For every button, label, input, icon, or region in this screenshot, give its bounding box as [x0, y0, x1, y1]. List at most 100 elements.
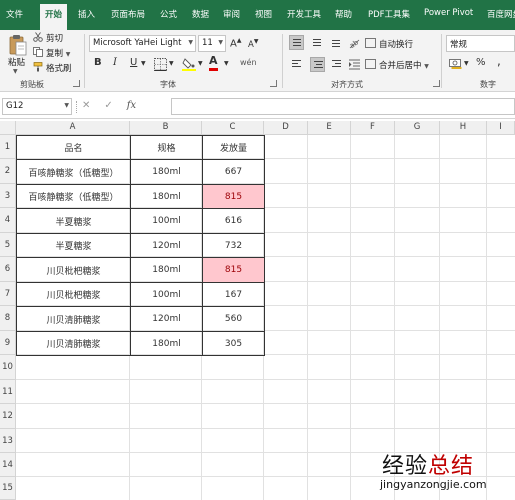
- tab-help[interactable]: 帮助: [335, 8, 352, 20]
- chevron-down-icon[interactable]: ▼: [224, 60, 229, 75]
- qty-cell[interactable]: 815: [202, 257, 265, 283]
- header-cell-name[interactable]: 品名: [16, 135, 131, 160]
- row-header-1[interactable]: 1: [0, 135, 16, 159]
- row-header-11[interactable]: 11: [0, 380, 16, 404]
- column-header-c[interactable]: C: [202, 121, 264, 135]
- chevron-down-icon[interactable]: ▼: [198, 60, 203, 75]
- tab-file[interactable]: 文件: [6, 8, 23, 20]
- qty-cell[interactable]: 616: [202, 208, 265, 234]
- align-left-button[interactable]: [289, 57, 304, 72]
- enter-icon[interactable]: ✓: [104, 100, 112, 111]
- chevron-down-icon[interactable]: ▼: [169, 60, 174, 75]
- align-top-button[interactable]: [289, 35, 304, 50]
- font-dialog-launcher[interactable]: [270, 80, 277, 87]
- copy-button[interactable]: 复制 ▼: [33, 47, 70, 59]
- spec-cell[interactable]: 120ml: [130, 306, 203, 332]
- merge-center-button[interactable]: 合并后居中 ▼: [365, 59, 429, 71]
- row-header-10[interactable]: 10: [0, 355, 16, 380]
- spec-cell[interactable]: 180ml: [130, 184, 203, 209]
- qty-cell[interactable]: 305: [202, 331, 265, 356]
- align-bottom-button[interactable]: [329, 35, 344, 50]
- row-header-3[interactable]: 3: [0, 184, 16, 208]
- name-box[interactable]: G12 ▼: [2, 98, 72, 115]
- name-cell[interactable]: 百咳静糖浆（低糖型）: [16, 184, 131, 209]
- qty-cell[interactable]: 815: [202, 184, 265, 209]
- column-header-i[interactable]: I: [487, 121, 515, 135]
- chevron-down-icon[interactable]: ▼: [464, 60, 469, 75]
- name-cell[interactable]: 川贝清肺糖浆: [16, 331, 131, 356]
- fill-color-icon[interactable]: [182, 57, 196, 71]
- column-header-f[interactable]: F: [351, 121, 395, 135]
- header-cell-spec[interactable]: 规格: [130, 135, 203, 160]
- tab-pdf-tools[interactable]: PDF工具集: [368, 8, 410, 20]
- spec-cell[interactable]: 100ml: [130, 208, 203, 234]
- formula-input[interactable]: [171, 98, 515, 115]
- cancel-icon[interactable]: ✕: [82, 100, 90, 111]
- tab-review[interactable]: 审阅: [223, 8, 240, 20]
- underline-button[interactable]: U: [130, 57, 137, 72]
- select-all-button[interactable]: [0, 121, 16, 135]
- row-header-7[interactable]: 7: [0, 282, 16, 306]
- name-cell[interactable]: 半夏糖浆: [16, 208, 131, 234]
- insert-function-icon[interactable]: fx: [127, 100, 136, 111]
- spec-cell[interactable]: 180ml: [130, 159, 203, 185]
- qty-cell[interactable]: 560: [202, 306, 265, 332]
- tab-formulas[interactable]: 公式: [160, 8, 177, 20]
- alignment-dialog-launcher[interactable]: [433, 80, 440, 87]
- increase-font-size-button[interactable]: A▲: [230, 37, 241, 52]
- tab-home[interactable]: 开始: [40, 4, 68, 30]
- format-painter-button[interactable]: 格式刷: [33, 62, 72, 74]
- tab-developer[interactable]: 开发工具: [287, 8, 321, 20]
- percent-style-button[interactable]: %: [476, 57, 486, 72]
- row-header-5[interactable]: 5: [0, 233, 16, 257]
- row-header-13[interactable]: 13: [0, 429, 16, 453]
- phonetic-icon[interactable]: wén: [240, 58, 257, 73]
- name-cell[interactable]: 川贝枇杷糖浆: [16, 282, 131, 307]
- column-header-d[interactable]: D: [264, 121, 308, 135]
- font-size-dropdown[interactable]: 11 ▼: [198, 35, 226, 52]
- tab-page-layout[interactable]: 页面布局: [111, 8, 145, 20]
- name-cell[interactable]: 百咳静糖浆（低糖型）: [16, 159, 131, 185]
- row-header-9[interactable]: 9: [0, 331, 16, 355]
- row-header-14[interactable]: 14: [0, 453, 16, 477]
- column-header-e[interactable]: E: [308, 121, 351, 135]
- row-header-6[interactable]: 6: [0, 257, 16, 282]
- spec-cell[interactable]: 180ml: [130, 331, 203, 356]
- name-cell[interactable]: 川贝清肺糖浆: [16, 306, 131, 332]
- row-header-2[interactable]: 2: [0, 159, 16, 184]
- cut-button[interactable]: 剪切: [33, 32, 63, 44]
- align-right-button[interactable]: [329, 57, 344, 72]
- align-center-button[interactable]: [310, 57, 325, 72]
- header-cell-qty[interactable]: 发放量: [202, 135, 265, 160]
- column-header-h[interactable]: H: [440, 121, 487, 135]
- indent-icon[interactable]: [348, 58, 361, 71]
- italic-button[interactable]: I: [113, 57, 117, 72]
- tab-view[interactable]: 视图: [255, 8, 272, 20]
- comma-style-button[interactable]: ,: [497, 54, 501, 69]
- orientation-icon[interactable]: ab: [348, 36, 361, 49]
- decrease-font-size-button[interactable]: A▼: [248, 38, 258, 53]
- qty-cell[interactable]: 667: [202, 159, 265, 185]
- spec-cell[interactable]: 180ml: [130, 257, 203, 283]
- name-cell[interactable]: 半夏糖浆: [16, 233, 131, 258]
- chevron-down-icon[interactable]: ▼: [141, 60, 146, 75]
- borders-icon[interactable]: [154, 58, 167, 71]
- row-header-12[interactable]: 12: [0, 404, 16, 429]
- column-header-b[interactable]: B: [130, 121, 202, 135]
- row-header-15[interactable]: 15: [0, 477, 16, 500]
- row-header-4[interactable]: 4: [0, 208, 16, 233]
- qty-cell[interactable]: 167: [202, 282, 265, 307]
- wrap-text-button[interactable]: 自动换行: [365, 38, 413, 50]
- spec-cell[interactable]: 120ml: [130, 233, 203, 258]
- number-format-dropdown[interactable]: 常规: [446, 35, 515, 52]
- tab-insert[interactable]: 插入: [78, 8, 95, 20]
- column-header-a[interactable]: A: [16, 121, 130, 135]
- tab-baidu-netdisk[interactable]: 百度网盘: [487, 8, 515, 20]
- tab-data[interactable]: 数据: [192, 8, 209, 20]
- column-header-g[interactable]: G: [395, 121, 440, 135]
- clipboard-dialog-launcher[interactable]: [73, 80, 80, 87]
- name-cell[interactable]: 川贝枇杷糖浆: [16, 257, 131, 283]
- font-color-button[interactable]: A: [209, 55, 218, 71]
- bold-button[interactable]: B: [94, 57, 102, 72]
- row-header-8[interactable]: 8: [0, 306, 16, 331]
